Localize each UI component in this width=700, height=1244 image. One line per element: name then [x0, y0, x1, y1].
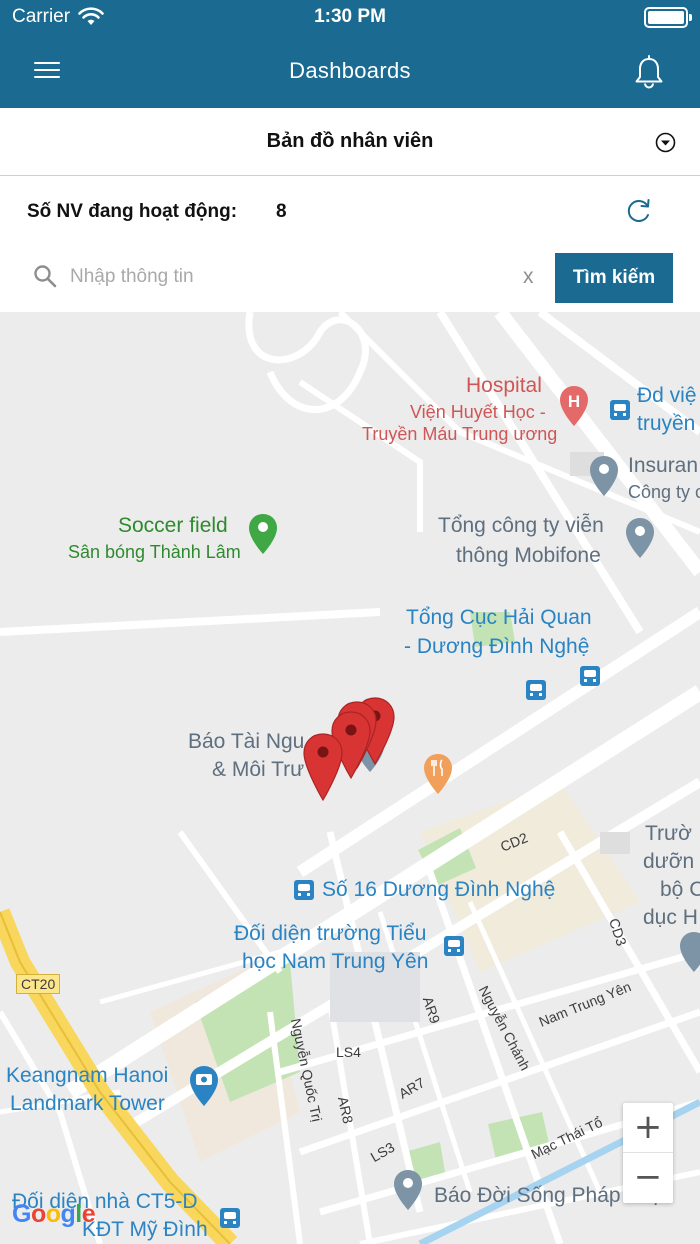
bus-stop-icon[interactable]	[220, 1208, 240, 1228]
search-icon	[34, 265, 57, 288]
restaurant-pin-icon[interactable]	[422, 752, 454, 796]
zoom-in-button[interactable]: +	[623, 1103, 673, 1153]
bus-stop-icon[interactable]	[294, 880, 314, 900]
dashboard-selector[interactable]: Bản đồ nhân viên	[0, 108, 700, 176]
google-logo-letter: G	[12, 1200, 31, 1228]
map-label-insurance-line2: Công ty c	[628, 482, 700, 502]
google-logo-letter: o	[45, 1200, 61, 1228]
map-label-haiquan-line2: - Dương Đình Nghệ	[404, 635, 590, 658]
active-staff-label: Số NV đang hoạt động:	[27, 201, 238, 222]
camera-pin-icon[interactable]	[188, 1064, 220, 1108]
map-label-keangnam-line2: Landmark Tower	[10, 1092, 165, 1115]
bus-stop-icon[interactable]	[444, 936, 464, 956]
dashboard-selector-label: Bản đồ nhân viên	[266, 130, 434, 152]
refresh-icon[interactable]	[624, 196, 654, 226]
map-label-truong-line3: bộ C	[660, 878, 700, 901]
place-pin-icon[interactable]	[392, 1168, 424, 1212]
map-label-insurance-line1: Insuran	[628, 454, 699, 477]
bus-stop-icon[interactable]	[580, 666, 600, 686]
google-logo-letter: g	[60, 1200, 76, 1228]
map-label-ct5-line2: KĐT Mỹ Đình	[82, 1218, 208, 1241]
map-label-doidien-line2: học Nam Trung Yên	[242, 950, 429, 973]
active-staff-row: Số NV đang hoạt động: 8	[0, 177, 700, 245]
map-label-truong-line4: dục H	[643, 906, 698, 929]
staff-map[interactable]: Hospital Viện Huyết Học - Truyền Máu Tru…	[0, 312, 700, 1244]
map-label-hospital-title: Hospital	[466, 374, 542, 397]
place-pin-icon[interactable]	[588, 454, 620, 498]
search-input[interactable]	[70, 258, 510, 296]
map-label-dd-vien-line2: truyền	[637, 412, 696, 435]
google-logo-letter: e	[81, 1200, 96, 1228]
map-label-haiquan-line1: Tổng Cục Hải Quan	[406, 606, 592, 629]
map-label-keangnam-line1: Keangnam Hanoi	[6, 1064, 169, 1087]
map-label-doidien-line1: Đối diện trường Tiểu	[234, 922, 427, 945]
map-label-hospital-line1: Viện Huyết Học -	[410, 402, 546, 422]
map-label-mobifone-line2: thông Mobifone	[456, 544, 601, 567]
google-logo-letter: o	[30, 1200, 46, 1228]
bus-stop-icon[interactable]	[526, 680, 546, 700]
battery-icon	[644, 7, 692, 28]
map-label-ct20: CT20	[16, 974, 61, 994]
map-label-hospital-line2: Truyền Máu Trung ương	[362, 424, 558, 444]
map-label-so16: Số 16 Dương Đình Nghệ	[322, 878, 556, 901]
place-pin-icon[interactable]	[624, 516, 656, 560]
hospital-pin-icon[interactable]: H	[558, 384, 590, 428]
map-label-ls4: LS4	[336, 1044, 361, 1060]
status-bar: Carrier 1:30 PM	[0, 0, 700, 34]
map-label-baotn-line2: & Môi Trư	[212, 758, 305, 781]
map-label-dd-vien-line1: Đd việ	[637, 384, 697, 407]
soccer-field-pin-icon[interactable]	[247, 512, 279, 556]
map-label-baotn-line1: Báo Tài Ngu	[188, 730, 305, 753]
zoom-controls: + −	[623, 1103, 673, 1203]
google-logo: Google	[12, 1200, 96, 1229]
svg-text:H: H	[568, 392, 580, 411]
active-staff-count: 8	[276, 201, 287, 222]
bus-stop-icon[interactable]	[610, 400, 630, 420]
zoom-out-button[interactable]: −	[623, 1153, 673, 1203]
school-pin-icon[interactable]	[678, 930, 700, 974]
map-label-mobifone-line1: Tổng công ty viễn	[438, 514, 604, 537]
map-label-truong-line2: dưỡn	[643, 850, 695, 873]
staff-location-marker[interactable]	[302, 732, 344, 802]
search-button[interactable]: Tìm kiếm	[555, 253, 673, 303]
nav-bar: Dashboards	[0, 34, 700, 108]
chevron-down-circle-icon[interactable]	[655, 132, 676, 153]
status-time: 1:30 PM	[314, 6, 386, 27]
map-label-truong-line1: Trườ	[645, 822, 692, 845]
page-title: Dashboards	[289, 58, 411, 83]
clear-search-button[interactable]: x	[523, 265, 534, 289]
map-label-soccer-title: Soccer field	[118, 514, 228, 537]
map-label-soccer-sub: Sân bóng Thành Lâm	[68, 542, 241, 562]
bell-icon[interactable]	[632, 54, 666, 90]
